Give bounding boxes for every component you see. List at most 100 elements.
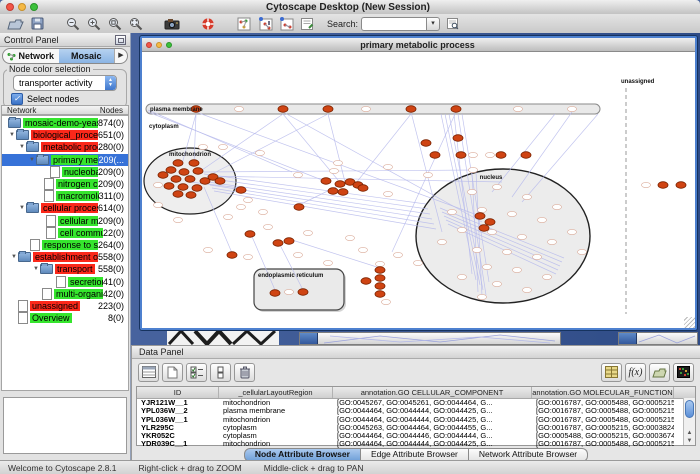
tree-row[interactable]: ▼transport558(0) bbox=[2, 263, 128, 275]
status-pan-hint: Middle-click + drag to PAN bbox=[264, 463, 364, 473]
table-scrollbar[interactable]: ▲ ▼ bbox=[683, 398, 695, 445]
tree-row[interactable]: Overview8(0) bbox=[2, 312, 128, 324]
tree-row-label: response to stimulu bbox=[42, 240, 98, 250]
table-header-row[interactable]: ID_cellularLayoutRegionannotation.GO CEL… bbox=[137, 387, 695, 399]
zoom-fit-button[interactable] bbox=[127, 15, 145, 32]
tabs-overflow-arrow[interactable]: ▶ bbox=[114, 49, 127, 63]
tree-row[interactable]: nucleobase-209(0) bbox=[2, 166, 128, 178]
background-window-strip[interactable] bbox=[618, 332, 698, 345]
minimize-view-button[interactable] bbox=[156, 42, 162, 48]
column-header[interactable]: _cellularLayoutRegion bbox=[219, 387, 333, 398]
float-panel-icon[interactable] bbox=[115, 35, 126, 45]
select-attributes-button[interactable] bbox=[138, 363, 159, 382]
create-attribute-button[interactable] bbox=[162, 363, 183, 382]
tree-row[interactable]: ▼cellular process614(0) bbox=[2, 202, 128, 214]
save-button[interactable] bbox=[28, 15, 46, 32]
life-ring-icon bbox=[201, 17, 215, 31]
tree-row-label: nitrogen compo bbox=[56, 179, 98, 189]
background-window-thumbnail[interactable] bbox=[167, 330, 279, 345]
select-all-attributes-button[interactable] bbox=[186, 363, 207, 382]
modify-network-remove-button[interactable] bbox=[277, 15, 295, 32]
select-nodes-checkbox[interactable]: ✓ Select nodes bbox=[11, 93, 123, 105]
attribute-matrix-button[interactable] bbox=[673, 363, 694, 382]
tree-row[interactable]: cellular metabo209(0) bbox=[2, 215, 128, 227]
network-canvas[interactable]: plasma membranecytoplasmmitochondrionnuc… bbox=[142, 52, 695, 328]
tree-row[interactable]: ▼metabolic process280(0) bbox=[2, 141, 128, 153]
import-attributes-button[interactable] bbox=[649, 363, 670, 382]
tree-row[interactable]: ▼establishment of lo558(0) bbox=[2, 251, 128, 263]
data-panel-toolbar: f(x) bbox=[132, 359, 700, 385]
zoom-out-button[interactable] bbox=[64, 15, 82, 32]
tab-network[interactable]: Network bbox=[3, 49, 59, 63]
tree-row-label: transport bbox=[55, 264, 95, 274]
tree-row-label: biological_process bbox=[31, 130, 98, 140]
background-window-strip[interactable] bbox=[299, 332, 561, 345]
network-overview-button[interactable] bbox=[235, 15, 253, 32]
node-color-selection-legend: Node color selection bbox=[7, 64, 93, 74]
table-row[interactable]: YPL036W__1mitochondrion[GO:0044464, GO:0… bbox=[137, 416, 695, 424]
snapshot-button[interactable] bbox=[163, 15, 181, 32]
expand-arrow-icon[interactable]: ▼ bbox=[28, 157, 36, 163]
tab-mosaic[interactable]: Mosaic bbox=[59, 49, 115, 63]
color-attribute-dropdown[interactable]: transporter activity ▲▼ bbox=[13, 75, 117, 91]
resize-grip[interactable] bbox=[684, 317, 695, 328]
folder-icon bbox=[8, 118, 21, 128]
column-header[interactable]: annotation.GO CELLULAR_COMPONENT bbox=[333, 387, 532, 398]
network-view-titlebar[interactable]: primary metabolic process bbox=[142, 38, 695, 52]
table-row[interactable]: YPL036W__2plasma membrane[GO:0044464, GO… bbox=[137, 407, 695, 415]
help-button[interactable] bbox=[199, 15, 217, 32]
expand-arrow-icon[interactable]: ▼ bbox=[32, 266, 40, 272]
scroll-up-icon[interactable]: ▲ bbox=[684, 430, 695, 436]
expand-arrow-icon[interactable]: ▼ bbox=[8, 132, 16, 138]
unselect-attributes-button[interactable] bbox=[210, 363, 231, 382]
tree-row[interactable]: ▼biological_process651(0) bbox=[2, 129, 128, 141]
tree-row[interactable]: unassigned223(0) bbox=[2, 300, 128, 312]
network-navigator-panel[interactable] bbox=[3, 397, 127, 454]
tree-row[interactable]: nitrogen compo209(0) bbox=[2, 178, 128, 190]
tree-row[interactable]: multi-organism pro42(0) bbox=[2, 288, 128, 300]
advanced-search-button[interactable] bbox=[443, 15, 461, 32]
function-builder-button[interactable]: f(x) bbox=[625, 363, 646, 382]
modify-network-add-button[interactable] bbox=[256, 15, 274, 32]
annotation-button[interactable] bbox=[298, 15, 316, 32]
scroll-down-icon[interactable]: ▼ bbox=[684, 438, 695, 444]
network-view-title: primary metabolic process bbox=[172, 40, 663, 50]
open-button[interactable] bbox=[6, 15, 25, 32]
table-row[interactable]: YKR052Ccytoplasm[GO:0044464, GO:0044446,… bbox=[137, 432, 695, 440]
expand-arrow-icon[interactable]: ▼ bbox=[18, 205, 26, 211]
folder-icon bbox=[26, 142, 39, 152]
column-header[interactable]: annotation.GO MOLECULAR_FUNCTION bbox=[532, 387, 674, 398]
tree-row[interactable]: mosaic-demo-yeast874(0) bbox=[2, 117, 128, 129]
zoom-button[interactable] bbox=[30, 3, 38, 11]
tree-row[interactable]: cell communicat22(0) bbox=[2, 227, 128, 239]
tree-row[interactable]: macromolecule311(0) bbox=[2, 190, 128, 202]
save-table-button[interactable] bbox=[601, 363, 622, 382]
close-button[interactable] bbox=[6, 3, 14, 11]
tree-row[interactable]: ▼primary metabo209(... bbox=[2, 154, 128, 166]
tree-row[interactable]: response to stimulu264(0) bbox=[2, 239, 128, 251]
window-titlebar[interactable]: Cytoscape Desktop (New Session) bbox=[0, 0, 700, 15]
background-strip-network bbox=[300, 333, 561, 345]
expand-arrow-icon[interactable]: ▼ bbox=[10, 254, 18, 260]
scrollbar-thumb[interactable] bbox=[685, 400, 694, 418]
table-cell: YPL036W__1 bbox=[137, 416, 219, 424]
svg-text:endoplasmic reticulum: endoplasmic reticulum bbox=[258, 273, 323, 279]
expand-arrow-icon[interactable]: ▼ bbox=[18, 144, 26, 150]
zoom-in-button[interactable] bbox=[85, 15, 103, 32]
search-dropdown-button[interactable]: ▾ bbox=[427, 17, 440, 31]
delete-attribute-button[interactable] bbox=[234, 363, 255, 382]
tree-row-count: 22(0) bbox=[103, 228, 128, 238]
minimize-button[interactable] bbox=[18, 3, 26, 11]
column-header[interactable]: ID bbox=[137, 387, 219, 398]
table-cell: YPL036W__2 bbox=[137, 407, 219, 415]
search-input[interactable] bbox=[361, 17, 427, 31]
zoom-selected-button[interactable] bbox=[106, 15, 124, 32]
network-canvas-svg[interactable]: plasma membranecytoplasmmitochondrionnuc… bbox=[142, 52, 695, 328]
close-view-button[interactable] bbox=[146, 42, 152, 48]
tree-row[interactable]: secretion41(0) bbox=[2, 275, 128, 287]
attribute-table: ID_cellularLayoutRegionannotation.GO CEL… bbox=[136, 386, 696, 446]
background-window-titlebar bbox=[300, 333, 318, 344]
table-row[interactable]: YLR295Ccytoplasm[GO:0045263, GO:0044464,… bbox=[137, 424, 695, 432]
table-row[interactable]: YJR121W__1mitochondrion[GO:0045267, GO:0… bbox=[137, 399, 695, 407]
color-attribute-value: transporter activity bbox=[19, 78, 93, 88]
